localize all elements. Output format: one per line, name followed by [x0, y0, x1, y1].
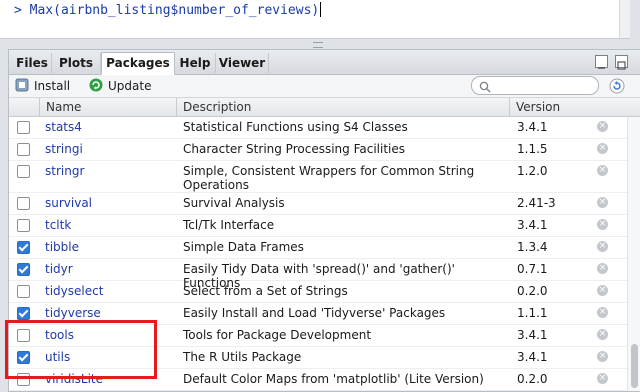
delete-icon[interactable]: × [597, 143, 608, 154]
pane-splitter[interactable] [0, 39, 640, 49]
package-description: Tools for Package Development [183, 328, 372, 342]
scrollbar-thumb[interactable] [631, 344, 638, 388]
install-icon [15, 78, 29, 92]
column-header-name[interactable]: Name [39, 98, 182, 116]
console-prompt: > [14, 3, 22, 18]
package-loaded-checkbox[interactable] [17, 197, 30, 210]
tab-files[interactable]: Files [13, 53, 52, 73]
delete-icon[interactable]: × [597, 373, 608, 384]
maximize-pane-icon[interactable] [615, 55, 628, 70]
console-scrollbar[interactable] [619, 0, 630, 38]
package-description: Survival Analysis [183, 196, 285, 210]
update-icon [89, 78, 103, 92]
delete-icon[interactable]: × [597, 285, 608, 296]
tab-viewer[interactable]: Viewer [216, 53, 269, 73]
package-description: The R Utils Package [183, 350, 302, 364]
table-scrollbar[interactable] [627, 117, 640, 391]
package-version: 1.1.1 [517, 306, 548, 320]
package-description: Select from a Set of Strings [183, 284, 348, 298]
package-name-link[interactable]: tcltk [45, 218, 71, 232]
console-panel[interactable]: > Max(airbnb_listing$number_of_reviews) [0, 0, 630, 39]
column-header-version[interactable]: Version [509, 98, 596, 116]
package-version: 0.2.0 [517, 372, 548, 386]
table-row[interactable]: stringi Character String Processing Facil… [9, 139, 627, 161]
delete-icon[interactable]: × [597, 263, 608, 274]
delete-icon[interactable]: × [597, 197, 608, 208]
package-version: 3.4.1 [517, 218, 548, 232]
package-loaded-checkbox[interactable] [17, 219, 30, 232]
package-name-link[interactable]: stringr [45, 164, 84, 178]
package-name-link[interactable]: tidyr [45, 262, 73, 276]
console-input-line[interactable]: > Max(airbnb_listing$number_of_reviews) [14, 2, 322, 18]
package-name-link[interactable]: survival [45, 196, 92, 210]
package-version: 1.3.4 [517, 240, 548, 254]
column-header-description[interactable]: Description [176, 98, 515, 116]
package-name-link[interactable]: tibble [45, 240, 79, 254]
package-description: Simple, Consistent Wrappers for Common S… [183, 164, 475, 192]
text-caret [320, 2, 322, 17]
delete-icon[interactable]: × [597, 307, 608, 318]
table-row[interactable]: tidyselect Select from a Set of Strings 0.… [9, 281, 627, 303]
package-version: 3.4.1 [517, 350, 548, 364]
package-loaded-checkbox[interactable] [17, 285, 30, 298]
update-button[interactable]: Update [89, 78, 151, 94]
highlight-box [5, 320, 157, 379]
package-name-link[interactable]: tidyselect [45, 284, 103, 298]
package-description: Easily Install and Load 'Tidyverse' Pack… [183, 306, 446, 320]
splitter-grip-icon [313, 42, 323, 48]
table-header: Name Description Version [9, 98, 640, 117]
package-description: Default Color Maps from 'matplotlib' (Li… [183, 372, 484, 386]
package-name-link[interactable]: stringi [45, 142, 83, 156]
package-description: Character String Processing Facilities [183, 142, 406, 156]
tab-bar: Files Plots Packages Help Viewer [9, 50, 640, 75]
refresh-icon[interactable] [609, 78, 625, 98]
delete-icon[interactable]: × [597, 351, 608, 362]
package-version: 3.4.1 [517, 120, 548, 134]
package-version: 1.1.5 [517, 142, 548, 156]
table-row[interactable]: tibble Simple Data Frames 1.3.4 × [9, 237, 627, 259]
delete-icon[interactable]: × [597, 219, 608, 230]
package-description: Statistical Functions using S4 Classes [183, 120, 408, 134]
install-label: Install [34, 79, 71, 93]
package-name-link[interactable]: tidyverse [45, 306, 101, 320]
table-row[interactable]: survival Survival Analysis 2.41-3 × [9, 193, 627, 215]
search-icon [479, 79, 492, 98]
tab-plots[interactable]: Plots [52, 53, 101, 73]
package-description: Tcl/Tk Interface [183, 218, 275, 232]
package-version: 3.4.1 [517, 328, 548, 342]
packages-toolbar: Install Update [9, 75, 640, 98]
package-loaded-checkbox[interactable] [17, 307, 30, 320]
install-button[interactable]: Install [15, 78, 70, 94]
delete-icon[interactable]: × [597, 121, 608, 132]
package-description: Simple Data Frames [183, 240, 304, 254]
package-name-link[interactable]: stats4 [45, 120, 82, 134]
table-row[interactable]: stringr Simple, Consistent Wrappers for C… [9, 161, 627, 193]
update-label: Update [108, 79, 152, 93]
tab-packages[interactable]: Packages [101, 52, 175, 75]
package-loaded-checkbox[interactable] [17, 241, 30, 254]
package-version: 2.41-3 [517, 196, 556, 210]
tab-help[interactable]: Help [175, 53, 216, 73]
package-version: 1.2.0 [517, 164, 548, 178]
package-loaded-checkbox[interactable] [17, 165, 30, 178]
package-loaded-checkbox[interactable] [17, 121, 30, 134]
delete-icon[interactable]: × [597, 329, 608, 340]
minimize-pane-icon[interactable] [595, 55, 608, 69]
delete-icon[interactable]: × [597, 241, 608, 252]
table-row[interactable]: tcltk Tcl/Tk Interface 3.4.1 × [9, 215, 627, 237]
package-loaded-checkbox[interactable] [17, 263, 30, 276]
package-version: 0.7.1 [517, 262, 548, 276]
package-loaded-checkbox[interactable] [17, 143, 30, 156]
package-version: 0.2.0 [517, 284, 548, 298]
table-row[interactable]: tidyr Easily Tidy Data with 'spread()' an… [9, 259, 627, 290]
table-row[interactable]: stats4 Statistical Functions using S4 Cla… [9, 117, 627, 139]
delete-icon[interactable]: × [597, 165, 608, 176]
search-input[interactable] [471, 76, 599, 95]
console-command: Max(airbnb_listing$number_of_reviews) [29, 3, 320, 18]
